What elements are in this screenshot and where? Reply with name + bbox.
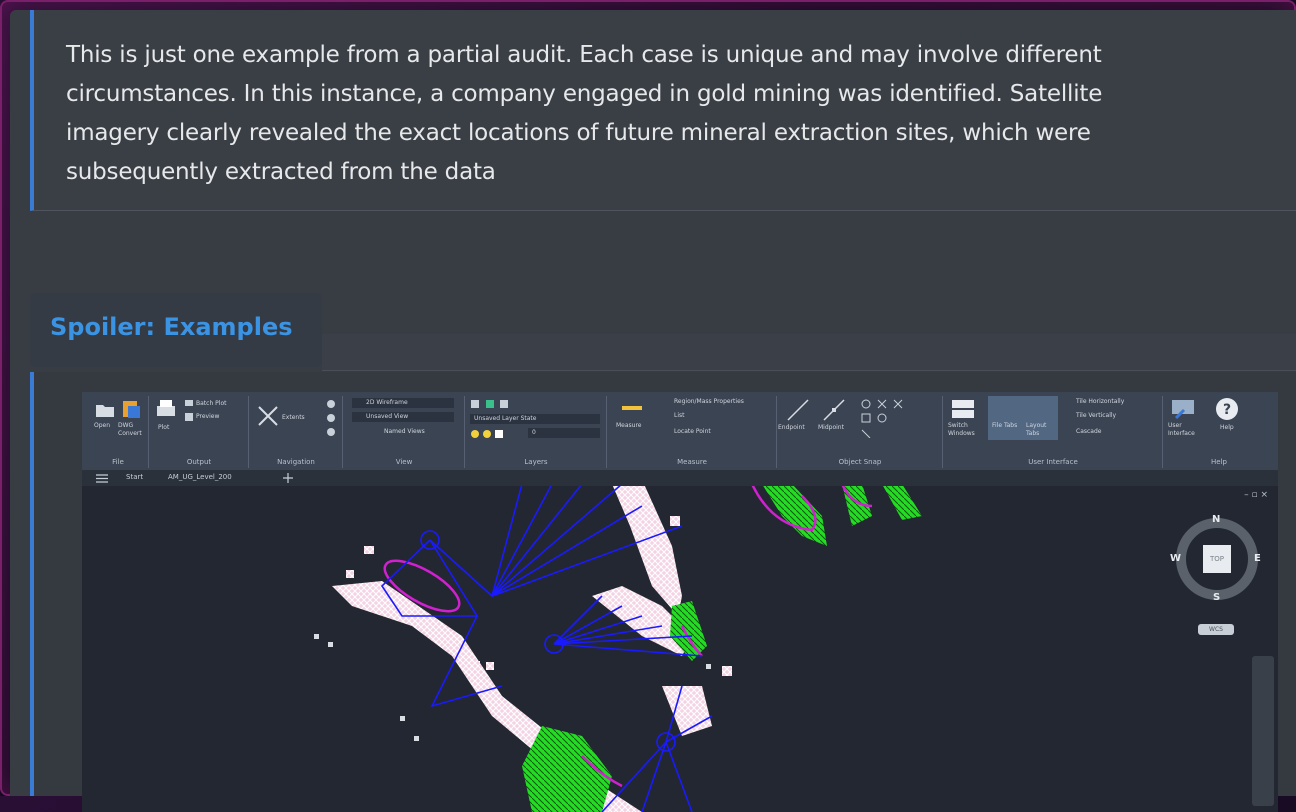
named-views-label[interactable]: Named Views [384, 428, 425, 435]
spoiler-header-bar [322, 334, 1296, 371]
compass-s: S [1213, 592, 1221, 603]
preview-icon[interactable] [184, 412, 194, 422]
cad-ribbon: Open DWG Convert File Plot Batch Plot Pr… [82, 392, 1278, 471]
measure-ruler-icon[interactable] [620, 400, 644, 416]
quote-text: This is just one example from a partial … [66, 42, 1103, 185]
ribbon-group-navigation: Extents Navigation [250, 396, 343, 468]
viewcube-top-face[interactable]: TOP [1203, 545, 1231, 573]
batch-plot-icon[interactable] [184, 398, 194, 408]
ribbon-group-title: Layers [524, 458, 548, 466]
region-mass-label[interactable]: Region/Mass Properties [674, 398, 744, 405]
tab-drawing[interactable]: AM_UG_Level_200 [168, 473, 232, 481]
layer-properties-icon[interactable] [470, 428, 526, 440]
switch-windows-label: Switch Windows [948, 422, 975, 437]
ribbon-group-user-interface: Switch Windows File Tabs Layout Tabs Til… [944, 396, 1163, 468]
batch-plot-label[interactable]: Batch Plot [196, 400, 226, 407]
drawing-window-controls[interactable]: – ▫ × [1244, 490, 1268, 500]
file-tabs-label[interactable]: File Tabs [992, 422, 1017, 429]
file-tab-bar: Start AM_UG_Level_200 [82, 470, 1278, 486]
ribbon-group-title: Output [186, 458, 212, 466]
viewcube[interactable]: TOP N S E W [1170, 514, 1262, 604]
ribbon-group-title: User Interface [1028, 458, 1078, 466]
open-label: Open [94, 422, 111, 429]
navigation-bar[interactable] [1252, 656, 1274, 806]
list-label[interactable]: List [674, 412, 685, 419]
measure-label[interactable]: Measure [616, 422, 642, 429]
layer-state-select[interactable]: Unsaved Layer State [470, 414, 600, 424]
switch-windows-icon[interactable] [950, 398, 976, 420]
green-blocks [522, 484, 922, 812]
dwg-convert-label: DWG Convert [118, 422, 142, 437]
wcs-menu[interactable]: WCS [1198, 624, 1234, 635]
help-icon[interactable]: ? [1214, 396, 1240, 422]
tab-start[interactable]: Start [126, 473, 143, 481]
plot-printer-icon[interactable] [154, 398, 178, 422]
compass-w: W [1170, 553, 1182, 564]
navigation-tools-icon[interactable] [324, 398, 338, 438]
help-label: Help [1220, 424, 1234, 431]
ribbon-group-layers: Unsaved Layer State 0 Layers [466, 396, 607, 468]
visual-style-value: 2D Wireframe [366, 399, 408, 406]
ribbon-group-output: Plot Batch Plot Preview Output [150, 396, 249, 468]
tabs-toggle[interactable]: File Tabs Layout Tabs [988, 396, 1058, 440]
add-tab-icon[interactable] [282, 472, 294, 484]
ribbon-group-view: 2D Wireframe Unsaved View Named Views Vi… [344, 396, 465, 468]
layout-tabs-label[interactable]: Layout Tabs [1026, 422, 1056, 438]
cascade-label[interactable]: Cascade [1076, 428, 1101, 435]
user-interface-icon[interactable] [1170, 398, 1196, 420]
cad-screenshot: Open DWG Convert File Plot Batch Plot Pr… [82, 392, 1278, 812]
open-folder-icon[interactable] [94, 400, 116, 418]
preview-label[interactable]: Preview [196, 413, 219, 420]
visual-style-select[interactable]: 2D Wireframe [352, 398, 454, 408]
layer-state-value: Unsaved Layer State [474, 415, 537, 422]
endpoint-label: Endpoint [778, 424, 805, 431]
ribbon-group-file: Open DWG Convert File [88, 396, 149, 468]
snap-modes-icon[interactable] [860, 398, 934, 438]
menu-icon[interactable] [96, 474, 108, 483]
drawing-canvas[interactable]: – ▫ × TOP N S E W WCS [82, 483, 1278, 812]
extents-icon[interactable] [256, 404, 280, 428]
dwg-convert-icon[interactable] [120, 398, 142, 420]
user-interface-label: User Interface [1168, 422, 1195, 437]
spoiler-content: Open DWG Convert File Plot Batch Plot Pr… [30, 372, 1296, 812]
ribbon-group-title: Help [1211, 458, 1227, 466]
layer-value: 0 [532, 429, 536, 436]
endpoint-icon[interactable] [786, 398, 810, 422]
midpoint-label: Midpoint [818, 424, 844, 431]
layer-select[interactable]: 0 [528, 428, 600, 438]
ribbon-group-measure: Measure Region/Mass Properties List Loca… [608, 396, 777, 468]
svg-text:?: ? [1223, 402, 1231, 418]
ribbon-group-help: User Interface ? Help Help [1164, 396, 1274, 468]
midpoint-icon[interactable] [822, 398, 846, 422]
view-preset-select[interactable]: Unsaved View [352, 412, 454, 422]
tile-horizontally-label[interactable]: Tile Horizontally [1076, 398, 1124, 405]
ribbon-group-title: File [112, 458, 124, 466]
tile-vertically-label[interactable]: Tile Vertically [1076, 412, 1116, 419]
spoiler-label[interactable]: Spoiler: Examples [50, 313, 293, 341]
ribbon-group-object-snap: Endpoint Midpoint Object Snap [778, 396, 943, 468]
post-panel: This is just one example from a partial … [10, 10, 1296, 812]
locate-point-label[interactable]: Locate Point [674, 428, 711, 435]
ribbon-group-title: Navigation [277, 458, 315, 466]
compass-n: N [1212, 514, 1221, 525]
mine-drawing [314, 483, 922, 812]
quote-block: This is just one example from a partial … [30, 10, 1296, 211]
compass-e: E [1254, 553, 1261, 564]
extents-label[interactable]: Extents [282, 414, 305, 421]
plot-label: Plot [158, 424, 170, 431]
view-preset-value: Unsaved View [366, 413, 409, 420]
ribbon-group-title: Measure [677, 458, 707, 466]
layer-tools-icon[interactable] [470, 398, 514, 410]
spoiler-toggle[interactable]: Spoiler: Examples [30, 293, 322, 367]
ribbon-group-title: View [395, 458, 413, 466]
ribbon-group-title: Object Snap [838, 458, 882, 466]
